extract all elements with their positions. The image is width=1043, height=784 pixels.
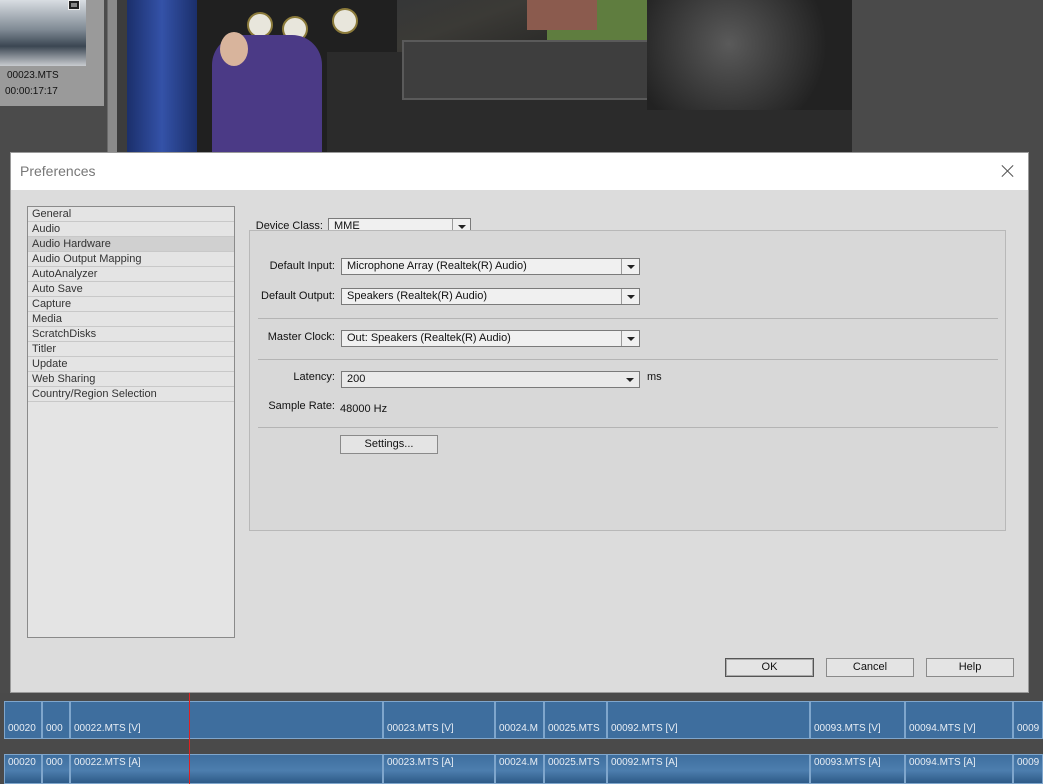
timeline-clip[interactable]: 00093.MTS [V] xyxy=(810,701,905,739)
category-item-update[interactable]: Update xyxy=(28,357,234,372)
category-item-audio-hardware[interactable]: Audio Hardware xyxy=(28,237,234,252)
default-input-select[interactable]: Microphone Array (Realtek(R) Audio) xyxy=(341,258,640,275)
timeline-audio-clip[interactable]: 00023.MTS [A] xyxy=(383,754,495,784)
latency-unit: ms xyxy=(647,371,662,383)
dialog-titlebar[interactable]: Preferences xyxy=(11,153,1028,190)
chevron-down-icon[interactable] xyxy=(621,259,639,274)
timeline-audio-clip[interactable]: 00094.MTS [A] xyxy=(905,754,1013,784)
film-icon xyxy=(68,0,80,10)
timeline-clip[interactable]: 00020 xyxy=(4,701,42,739)
playhead[interactable] xyxy=(189,693,190,784)
preferences-dialog: Preferences General Audio Audio Hardware… xyxy=(10,152,1029,693)
default-output-label: Default Output: xyxy=(261,290,335,302)
category-item-autoanalyzer[interactable]: AutoAnalyzer xyxy=(28,267,234,282)
cancel-button[interactable]: Cancel xyxy=(826,658,914,677)
project-panel: 00023.MTS 00:00:17:17 xyxy=(0,0,104,106)
timeline-audio-clip[interactable]: 00092.MTS [A] xyxy=(607,754,810,784)
sample-rate-value: 48000 Hz xyxy=(340,403,388,415)
timeline-clip[interactable]: 0009 xyxy=(1013,701,1043,739)
latency-label: Latency: xyxy=(293,371,335,383)
timeline-clip[interactable]: 000 xyxy=(42,701,70,739)
timeline-clip[interactable]: 00023.MTS [V] xyxy=(383,701,495,739)
category-item-audio-output-mapping[interactable]: Audio Output Mapping xyxy=(28,252,234,267)
default-output-value: Speakers (Realtek(R) Audio) xyxy=(347,290,488,302)
timeline-clip[interactable]: 00092.MTS [V] xyxy=(607,701,810,739)
timeline-audio-clip[interactable]: 00093.MTS [A] xyxy=(810,754,905,784)
category-item-web-sharing[interactable]: Web Sharing xyxy=(28,372,234,387)
timeline-audio-clip[interactable]: 0009 xyxy=(1013,754,1043,784)
chevron-down-icon[interactable] xyxy=(621,289,639,304)
timeline-audio-clip[interactable]: 00022.MTS [A] xyxy=(70,754,383,784)
master-clock-label: Master Clock: xyxy=(267,331,335,343)
category-item-scratchdisks[interactable]: ScratchDisks xyxy=(28,327,234,342)
project-panel-scrollbar[interactable] xyxy=(107,0,117,152)
project-item-duration: 00:00:17:17 xyxy=(5,86,58,97)
chevron-down-icon[interactable] xyxy=(621,372,639,387)
timeline-clip[interactable]: 00024.M xyxy=(495,701,544,739)
default-output-select[interactable]: Speakers (Realtek(R) Audio) xyxy=(341,288,640,305)
panel-divider xyxy=(117,0,127,152)
close-icon[interactable] xyxy=(1000,163,1016,179)
master-clock-select[interactable]: Out: Speakers (Realtek(R) Audio) xyxy=(341,330,640,347)
project-item-name: 00023.MTS xyxy=(7,70,59,81)
timeline-audio-clip[interactable]: 00020 xyxy=(4,754,42,784)
category-item-titler[interactable]: Titler xyxy=(28,342,234,357)
dialog-title: Preferences xyxy=(20,163,96,179)
timeline-audio-clip[interactable]: 00024.M xyxy=(495,754,544,784)
sample-rate-label: Sample Rate: xyxy=(268,400,335,412)
timeline-clip[interactable]: 00022.MTS [V] xyxy=(70,701,383,739)
latency-select[interactable]: 200 xyxy=(341,371,640,388)
master-clock-value: Out: Speakers (Realtek(R) Audio) xyxy=(347,332,511,344)
settings-button[interactable]: Settings... xyxy=(340,435,438,454)
category-item-auto-save[interactable]: Auto Save xyxy=(28,282,234,297)
audio-hardware-panel: Default Input: Microphone Array (Realtek… xyxy=(249,230,1006,531)
timeline-audio-clip[interactable]: 000 xyxy=(42,754,70,784)
program-monitor-frame xyxy=(127,0,852,152)
category-item-general[interactable]: General xyxy=(28,207,234,222)
help-button[interactable]: Help xyxy=(926,658,1014,677)
timeline-clip[interactable]: 00094.MTS [V] xyxy=(905,701,1013,739)
category-list: General Audio Audio Hardware Audio Outpu… xyxy=(27,206,235,638)
timeline: 00020 000 00022.MTS [V] 00023.MTS [V] 00… xyxy=(0,693,1043,784)
timeline-clip[interactable]: 00025.MTS xyxy=(544,701,607,739)
latency-value: 200 xyxy=(347,373,366,385)
timeline-audio-clip[interactable]: 00025.MTS xyxy=(544,754,607,784)
category-item-media[interactable]: Media xyxy=(28,312,234,327)
divider xyxy=(258,427,998,428)
default-input-value: Microphone Array (Realtek(R) Audio) xyxy=(347,260,527,272)
divider xyxy=(258,359,998,360)
category-item-audio[interactable]: Audio xyxy=(28,222,234,237)
ok-button[interactable]: OK xyxy=(725,658,814,677)
chevron-down-icon[interactable] xyxy=(621,331,639,346)
divider xyxy=(258,318,998,319)
category-item-capture[interactable]: Capture xyxy=(28,297,234,312)
default-input-label: Default Input: xyxy=(269,260,335,272)
category-item-country-region[interactable]: Country/Region Selection xyxy=(28,387,234,402)
